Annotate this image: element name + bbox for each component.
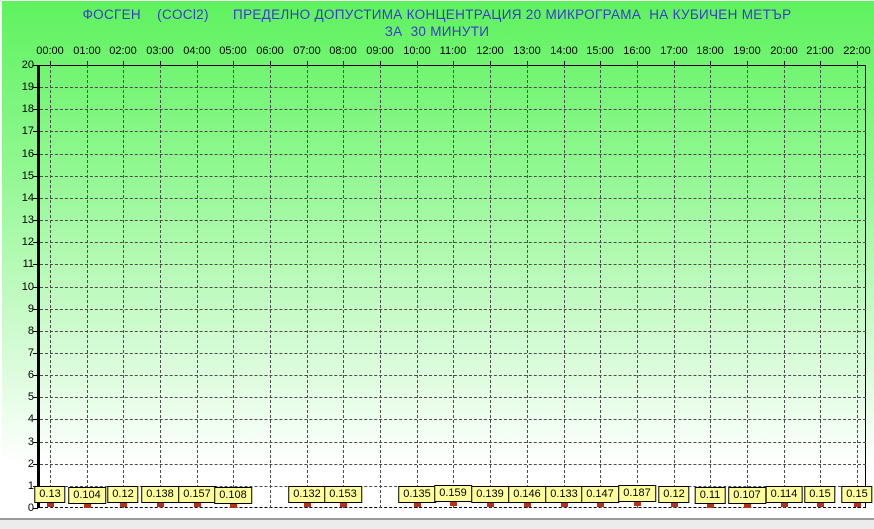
x-axis-label: 05:00 (219, 45, 247, 57)
y-axis-label: 13 (21, 214, 34, 226)
data-point-label: 0.159 (434, 485, 472, 502)
y-axis-label: 20 (21, 59, 34, 71)
chart-window: ФОСГЕН (COCl2) ПРЕДЕЛНО ДОПУСТИМА КОНЦЕН… (0, 0, 874, 529)
y-axis-label: 19 (21, 81, 34, 93)
y-axis-label: 11 (22, 258, 34, 270)
y-axis-label: 4 (27, 413, 34, 425)
x-axis-label: 02:00 (109, 45, 137, 57)
data-point-label: 0.15 (841, 486, 873, 503)
grid-line-vertical (857, 65, 858, 508)
data-point-label: 0.11 (694, 487, 726, 504)
x-axis-label: 09:00 (366, 45, 394, 57)
grid-line-vertical (270, 65, 271, 508)
data-point-label: 0.146 (508, 486, 546, 503)
x-axis-label: 11:00 (439, 45, 467, 57)
data-point-label: 0.114 (765, 486, 803, 503)
grid-line-vertical (600, 65, 601, 508)
data-point-label: 0.108 (214, 487, 252, 504)
grid-line-vertical (637, 65, 638, 508)
y-axis-label: 18 (21, 103, 34, 115)
y-axis-label: 0 (27, 502, 34, 514)
x-axis-label: 15:00 (586, 45, 614, 57)
y-axis-label: 9 (27, 303, 34, 315)
data-point-label: 0.157 (178, 486, 216, 503)
window-top-edge (0, 0, 874, 1)
y-axis-label: 17 (21, 125, 34, 137)
x-axis-label: 03:00 (146, 45, 174, 57)
grid-line-vertical (564, 65, 565, 508)
grid-line-vertical (674, 65, 675, 508)
data-point-label: 0.147 (581, 486, 619, 503)
grid-line-vertical (233, 65, 234, 508)
x-axis-label: 22:00 (843, 45, 871, 57)
grid-line-vertical (710, 65, 711, 508)
y-axis-label: 16 (21, 148, 34, 160)
grid-line-vertical (417, 65, 418, 508)
grid-line-vertical (527, 65, 528, 508)
x-axis-label: 04:00 (183, 45, 211, 57)
x-axis-label: 07:00 (293, 45, 321, 57)
x-axis-label: 00:00 (36, 45, 64, 57)
x-axis-label: 12:00 (476, 45, 504, 57)
grid-line-vertical (490, 65, 491, 508)
x-axis-label: 17:00 (660, 45, 688, 57)
x-axis-label: 10:00 (403, 45, 431, 57)
grid-line-vertical (453, 65, 454, 508)
grid-line-vertical (307, 65, 308, 508)
grid-line-vertical (160, 65, 161, 508)
data-point-label: 0.107 (728, 487, 766, 504)
data-point-label: 0.15 (804, 486, 836, 503)
y-axis-label: 1 (27, 480, 34, 492)
y-axis-label: 3 (27, 436, 34, 448)
grid-line-vertical (820, 65, 821, 508)
y-axis-label: 14 (21, 192, 34, 204)
data-point-label: 0.104 (68, 487, 106, 504)
x-axis-label: 08:00 (329, 45, 357, 57)
x-axis-label: 16:00 (623, 45, 651, 57)
grid-line-vertical (197, 65, 198, 508)
data-point-label: 0.153 (324, 486, 362, 503)
grid-line-vertical (87, 65, 88, 508)
window-left-edge (0, 0, 2, 529)
data-point-label: 0.138 (141, 486, 179, 503)
grid-line-vertical (50, 65, 51, 508)
y-axis-label: 10 (21, 281, 34, 293)
x-axis-label: 01:00 (73, 45, 101, 57)
y-axis-label: 15 (21, 170, 34, 182)
grid-line-vertical (380, 65, 381, 508)
x-axis-label: 06:00 (256, 45, 284, 57)
chart-title-line2: ЗА 30 МИНУТИ (384, 24, 490, 39)
data-point-label: 0.187 (618, 485, 656, 502)
y-axis-label: 8 (27, 325, 34, 337)
data-point-label: 0.135 (398, 486, 436, 503)
y-axis-label: 7 (27, 347, 34, 359)
data-point-label: 0.12 (658, 486, 690, 503)
x-axis-label: 19:00 (733, 45, 761, 57)
data-point-label: 0.133 (545, 486, 583, 503)
x-axis-label: 13:00 (513, 45, 541, 57)
y-axis-label: 6 (27, 369, 34, 381)
x-axis-label: 14:00 (550, 45, 578, 57)
chart-title-line1: ФОСГЕН (COCl2) ПРЕДЕЛНО ДОПУСТИМА КОНЦЕН… (82, 7, 792, 22)
grid-line-vertical (343, 65, 344, 508)
data-point-label: 0.139 (471, 486, 509, 503)
statusbar (0, 520, 874, 529)
data-point-label: 0.12 (107, 486, 139, 503)
plot-area: 0.13 0.104 0.12 0.138 0.157 0.108 0.132 0.153 0.… (34, 65, 873, 508)
grid-line-vertical (784, 65, 785, 508)
y-axis-label: 12 (21, 236, 34, 248)
grid-line-vertical (747, 65, 748, 508)
x-axis-label: 21:00 (806, 45, 834, 57)
x-axis-label: 20:00 (770, 45, 798, 57)
grid-line-vertical (123, 65, 124, 508)
x-axis-label: 18:00 (696, 45, 724, 57)
y-axis-tick (33, 508, 38, 509)
y-axis-label: 2 (27, 458, 34, 470)
data-point-label: 0.132 (288, 486, 326, 503)
y-axis-label: 5 (27, 391, 34, 403)
data-point-label: 0.13 (34, 486, 66, 503)
